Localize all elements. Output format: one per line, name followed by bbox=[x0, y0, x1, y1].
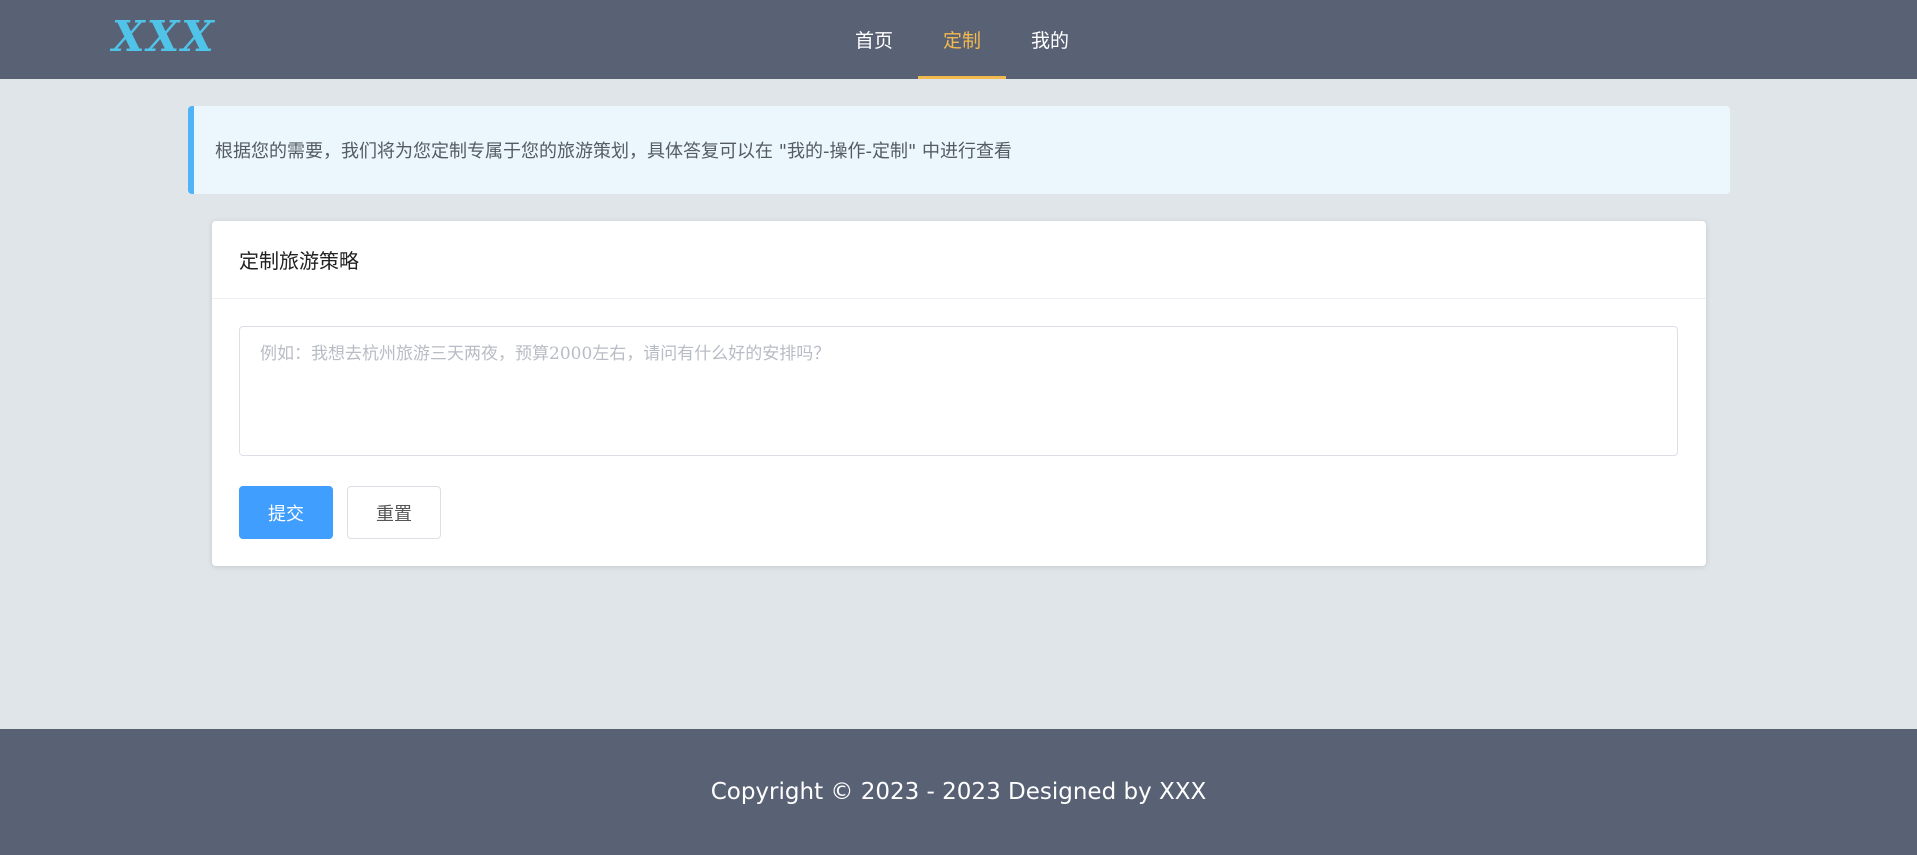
submit-button[interactable]: 提交 bbox=[239, 486, 333, 539]
logo-text: XXX bbox=[112, 12, 216, 61]
card-title: 定制旅游策略 bbox=[239, 249, 359, 273]
nav-item-label: 定制 bbox=[943, 30, 982, 52]
nav-item-mine[interactable]: 我的 bbox=[1006, 0, 1094, 79]
site-logo[interactable]: XXX bbox=[112, 10, 216, 64]
info-notice: 根据您的需要，我们将为您定制专属于您的旅游策划，具体答复可以在 "我的-操作-定… bbox=[188, 106, 1730, 194]
reset-button[interactable]: 重置 bbox=[347, 486, 441, 539]
top-navbar: XXX 首页 定制 我的 bbox=[0, 0, 1917, 79]
footer: Copyright © 2023 - 2023 Designed by XXX bbox=[0, 729, 1917, 855]
custom-travel-card: 定制旅游策略 提交 重置 bbox=[212, 221, 1706, 566]
nav-item-label: 首页 bbox=[855, 30, 894, 52]
nav-item-home[interactable]: 首页 bbox=[830, 0, 918, 79]
main-nav: 首页 定制 我的 bbox=[830, 0, 1094, 79]
card-header: 定制旅游策略 bbox=[212, 221, 1706, 299]
copyright-text: Copyright © 2023 - 2023 Designed by XXX bbox=[710, 779, 1207, 805]
nav-item-custom[interactable]: 定制 bbox=[918, 0, 1007, 79]
notice-text: 根据您的需要，我们将为您定制专属于您的旅游策划，具体答复可以在 "我的-操作-定… bbox=[215, 141, 1012, 162]
travel-request-textarea[interactable] bbox=[239, 326, 1678, 456]
nav-item-label: 我的 bbox=[1031, 30, 1070, 52]
